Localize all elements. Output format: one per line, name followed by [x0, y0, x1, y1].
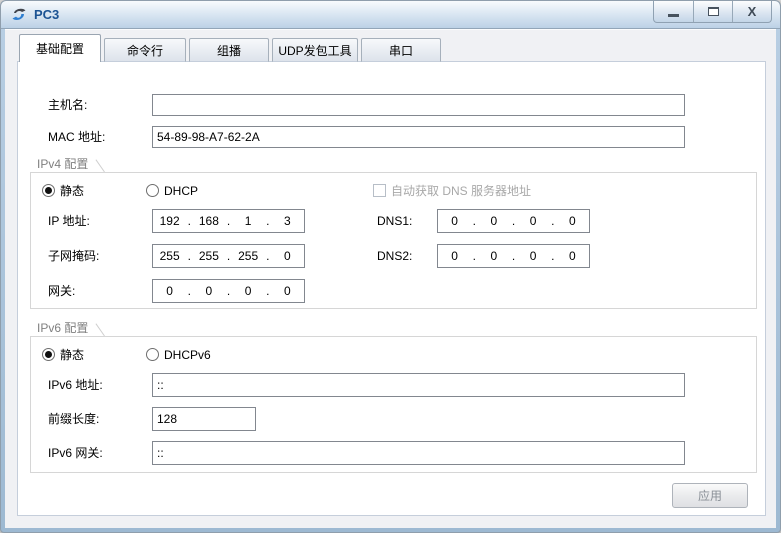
ipv6-gateway-label: IPv6 网关: — [48, 441, 103, 465]
dns1-input[interactable]: 0.0.0.0 — [437, 209, 590, 233]
minimize-icon — [668, 14, 679, 17]
prefix-length-label: 前缀长度: — [48, 407, 99, 431]
apply-button[interactable]: 应用 — [672, 483, 748, 508]
ensp-logo-icon — [10, 7, 28, 23]
octet-separator: . — [226, 214, 232, 228]
ipv4-dhcp-radio[interactable]: DHCP — [146, 183, 198, 198]
dns2-input[interactable]: 0.0.0.0 — [437, 244, 590, 268]
ip-octet: 0 — [481, 249, 507, 263]
ipv4-group-diagonal — [95, 159, 104, 172]
ip-octet: 0 — [157, 284, 183, 298]
ip-octet: 0 — [520, 249, 546, 263]
ipv6-static-label: 静态 — [60, 346, 84, 363]
octet-separator: . — [471, 214, 477, 228]
ip-octet: 3 — [274, 214, 300, 228]
hostname-input[interactable] — [152, 94, 685, 116]
ip-octet: 255 — [157, 249, 183, 263]
octet-separator: . — [471, 249, 477, 263]
maximize-button[interactable] — [693, 1, 732, 22]
octet-separator: . — [511, 214, 517, 228]
ip-octet: 0 — [559, 249, 585, 263]
ipv6-dhcp-radio[interactable]: DHCPv6 — [146, 347, 211, 362]
ipv4-static-label: 静态 — [60, 182, 84, 199]
radio-checked-icon — [42, 184, 55, 197]
ip-octet: 255 — [235, 249, 261, 263]
octet-separator: . — [550, 214, 556, 228]
auto-dns-checkbox[interactable]: 自动获取 DNS 服务器地址 — [373, 183, 531, 198]
ipv6-address-input[interactable] — [152, 373, 685, 397]
dns1-label: DNS1: — [377, 209, 412, 233]
ip-octet: 0 — [442, 249, 468, 263]
prefix-length-input[interactable] — [152, 407, 256, 431]
ip-octet: 0 — [481, 214, 507, 228]
ip-octet: 192 — [157, 214, 183, 228]
gateway-label: 网关: — [48, 279, 75, 303]
octet-separator: . — [511, 249, 517, 263]
pc-config-window: PC3 X 基础配置 命令行 组播 UDP发包工具 串口 主机名: MAC 地址… — [0, 0, 781, 533]
tab-multicast[interactable]: 组播 — [189, 38, 269, 62]
ipv6-gateway-input[interactable] — [152, 441, 685, 465]
auto-dns-label: 自动获取 DNS 服务器地址 — [391, 182, 531, 199]
tab-command-line[interactable]: 命令行 — [104, 38, 186, 62]
gateway-input[interactable]: 0.0.0.0 — [152, 279, 305, 303]
octet-separator: . — [265, 249, 271, 263]
mac-address-input[interactable] — [152, 126, 685, 148]
ipv4-dhcp-label: DHCP — [164, 184, 198, 198]
window-title: PC3 — [34, 7, 59, 22]
close-icon: X — [748, 5, 757, 18]
ip-octet: 0 — [442, 214, 468, 228]
radio-unchecked-icon — [146, 348, 159, 361]
subnet-mask-label: 子网掩码: — [48, 244, 99, 268]
dns2-label: DNS2: — [377, 244, 412, 268]
octet-separator: . — [550, 249, 556, 263]
checkbox-unchecked-icon — [373, 184, 386, 197]
octet-separator: . — [186, 284, 192, 298]
octet-separator: . — [186, 214, 192, 228]
ipv4-group-label: IPv4 配置 — [35, 155, 90, 172]
ip-address-input[interactable]: 192.168.1.3 — [152, 209, 305, 233]
hostname-label: 主机名: — [48, 94, 87, 116]
ip-octet: 0 — [274, 284, 300, 298]
ip-octet: 0 — [559, 214, 585, 228]
ip-octet: 1 — [235, 214, 261, 228]
ip-address-label: IP 地址: — [48, 209, 90, 233]
tab-bar: 基础配置 命令行 组播 UDP发包工具 串口 — [19, 34, 441, 62]
ip-octet: 168 — [196, 214, 222, 228]
ip-octet: 255 — [196, 249, 222, 263]
ip-octet: 0 — [196, 284, 222, 298]
radio-unchecked-icon — [146, 184, 159, 197]
ip-octet: 0 — [274, 249, 300, 263]
maximize-icon — [708, 7, 719, 16]
minimize-button[interactable] — [654, 1, 693, 22]
ipv6-dhcp-label: DHCPv6 — [164, 348, 211, 362]
ipv6-group-label: IPv6 配置 — [35, 319, 90, 336]
ip-octet: 0 — [520, 214, 546, 228]
radio-checked-icon — [42, 348, 55, 361]
ipv6-static-radio[interactable]: 静态 — [42, 347, 84, 362]
window-controls: X — [653, 1, 772, 23]
tab-basic-config[interactable]: 基础配置 — [19, 34, 101, 62]
ipv6-address-label: IPv6 地址: — [48, 373, 103, 397]
tab-udp-tool[interactable]: UDP发包工具 — [272, 38, 358, 62]
tab-serial[interactable]: 串口 — [361, 38, 441, 62]
subnet-mask-input[interactable]: 255.255.255.0 — [152, 244, 305, 268]
octet-separator: . — [265, 214, 271, 228]
ipv4-static-radio[interactable]: 静态 — [42, 183, 84, 198]
octet-separator: . — [226, 249, 232, 263]
mac-address-label: MAC 地址: — [48, 126, 105, 148]
ipv6-group-diagonal — [95, 323, 104, 336]
ip-octet: 0 — [235, 284, 261, 298]
octet-separator: . — [226, 284, 232, 298]
basic-config-panel: 主机名: MAC 地址: IPv4 配置 静态 DHCP 自动获取 DNS 服务… — [17, 61, 766, 516]
close-button[interactable]: X — [732, 1, 771, 22]
octet-separator: . — [186, 249, 192, 263]
octet-separator: . — [265, 284, 271, 298]
